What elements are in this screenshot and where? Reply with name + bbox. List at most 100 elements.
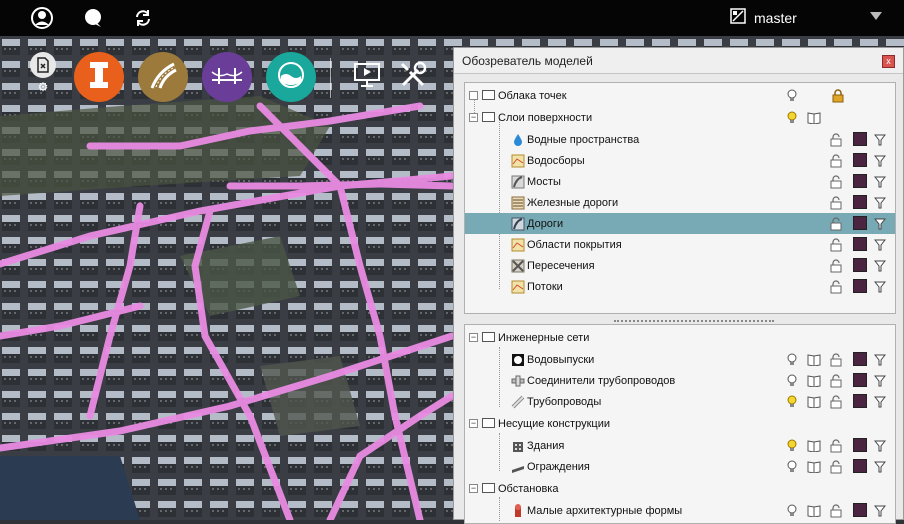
tree-item-point-clouds[interactable]: Облака точек — [465, 85, 895, 106]
filter-icon[interactable] — [873, 504, 887, 518]
bulb-on-icon[interactable] — [785, 395, 799, 409]
color-swatch[interactable] — [853, 352, 867, 366]
unlock-icon[interactable] — [829, 279, 843, 294]
road-button[interactable] — [138, 52, 188, 102]
color-swatch[interactable] — [853, 195, 867, 209]
tree-item-pipe-connectors[interactable]: Соединители трубопроводов — [465, 370, 895, 391]
chevron-down-icon[interactable] — [870, 12, 882, 20]
filter-icon[interactable] — [873, 439, 887, 453]
color-swatch[interactable] — [853, 216, 867, 230]
bulb-icon[interactable] — [785, 504, 799, 518]
tree-item-buildings[interactable]: Здания — [465, 435, 895, 456]
tree-item-bridges[interactable]: Мосты — [465, 171, 895, 192]
tree-item-coverage-areas[interactable]: Области покрытия — [465, 234, 895, 255]
filter-icon[interactable] — [873, 217, 887, 231]
bridge-button[interactable] — [202, 52, 252, 102]
tree-item-intersections[interactable]: Пересечения — [465, 255, 895, 276]
unlock-icon[interactable] — [829, 373, 843, 388]
panel-splitter[interactable] — [614, 320, 774, 323]
color-swatch[interactable] — [853, 459, 867, 473]
pipe-network-button[interactable] — [74, 52, 124, 102]
bulb-icon[interactable] — [785, 89, 799, 103]
tree-item-railways[interactable]: Железные дороги — [465, 192, 895, 213]
presentation-icon — [352, 60, 382, 95]
tree-item-flows[interactable]: Потоки — [465, 276, 895, 297]
book-icon[interactable] — [807, 460, 821, 474]
tree-item-outlets[interactable]: Водовыпуски — [465, 349, 895, 370]
filter-icon[interactable] — [873, 238, 887, 252]
unlock-icon[interactable] — [829, 195, 843, 210]
presentation-button[interactable] — [342, 52, 392, 102]
color-swatch[interactable] — [853, 174, 867, 188]
unlock-icon[interactable] — [829, 352, 843, 367]
gear-icon[interactable]: ⚙ — [30, 80, 56, 94]
color-swatch[interactable] — [853, 503, 867, 517]
branch-selector[interactable]: master — [730, 8, 797, 27]
color-swatch[interactable] — [853, 394, 867, 408]
unlock-icon[interactable] — [829, 503, 843, 518]
book-icon[interactable] — [807, 111, 821, 125]
chat-icon[interactable] — [81, 6, 105, 30]
bulb-on-icon[interactable] — [785, 439, 799, 453]
filter-icon[interactable] — [873, 460, 887, 474]
lock-icon[interactable] — [831, 88, 845, 103]
tree-item-pipelines[interactable]: Трубопроводы — [465, 391, 895, 412]
bulb-icon[interactable] — [785, 374, 799, 388]
tree-item-fences[interactable]: Ограждения — [465, 456, 895, 477]
bulb-on-icon[interactable] — [785, 111, 799, 125]
color-swatch[interactable] — [853, 279, 867, 293]
collapse-icon[interactable]: − — [469, 419, 478, 428]
unlock-icon[interactable] — [829, 132, 843, 147]
unlock-icon[interactable] — [829, 258, 843, 273]
book-icon[interactable] — [807, 439, 821, 453]
tree-item-structures[interactable]: − Несущие конструкции — [465, 413, 895, 434]
unlock-icon[interactable] — [829, 237, 843, 252]
bulb-icon[interactable] — [785, 460, 799, 474]
file-settings-button[interactable]: ⚙ — [30, 52, 56, 96]
unlock-icon[interactable] — [829, 438, 843, 453]
tools-button[interactable] — [388, 52, 438, 102]
filter-icon[interactable] — [873, 154, 887, 168]
tree-item-roads[interactable]: Дороги — [465, 213, 895, 234]
tree-item-utility-networks[interactable]: − Инженерные сети — [465, 327, 895, 348]
tree-item-furniture[interactable]: − Обстановка — [465, 478, 895, 499]
book-icon[interactable] — [807, 395, 821, 409]
book-icon[interactable] — [807, 504, 821, 518]
tree-item-catchments[interactable]: Водосборы — [465, 150, 895, 171]
color-swatch[interactable] — [853, 132, 867, 146]
unlock-icon[interactable] — [829, 394, 843, 409]
filter-icon[interactable] — [873, 196, 887, 210]
book-icon[interactable] — [807, 374, 821, 388]
expand-icon[interactable] — [469, 91, 478, 100]
filter-icon[interactable] — [873, 353, 887, 367]
book-icon[interactable] — [807, 353, 821, 367]
color-swatch[interactable] — [853, 438, 867, 452]
color-swatch[interactable] — [853, 258, 867, 272]
user-icon[interactable] — [30, 6, 54, 30]
tree-item-water-areas[interactable]: Водные пространства — [465, 129, 895, 150]
collapse-icon[interactable]: − — [469, 484, 478, 493]
color-swatch[interactable] — [853, 373, 867, 387]
filter-icon[interactable] — [873, 133, 887, 147]
collapse-icon[interactable]: − — [469, 113, 478, 122]
color-swatch[interactable] — [853, 237, 867, 251]
close-button[interactable]: x — [882, 55, 895, 68]
infrastructure-tree: − Инженерные сети Водовыпуски Соединител… — [464, 324, 896, 524]
filter-icon[interactable] — [873, 280, 887, 294]
unlock-icon[interactable] — [829, 459, 843, 474]
tree-item-label: Потоки — [527, 280, 563, 293]
bulb-icon[interactable] — [785, 353, 799, 367]
unlock-icon[interactable] — [829, 174, 843, 189]
tree-item-small-architecture[interactable]: Малые архитектурные формы — [465, 500, 895, 521]
sync-icon[interactable] — [131, 6, 155, 30]
water-button[interactable] — [266, 52, 316, 102]
color-swatch[interactable] — [853, 153, 867, 167]
unlock-icon[interactable] — [829, 216, 843, 231]
filter-icon[interactable] — [873, 259, 887, 273]
filter-icon[interactable] — [873, 374, 887, 388]
unlock-icon[interactable] — [829, 153, 843, 168]
filter-icon[interactable] — [873, 395, 887, 409]
filter-icon[interactable] — [873, 175, 887, 189]
tree-item-surface-layers[interactable]: − Слои поверхности — [465, 107, 895, 128]
collapse-icon[interactable]: − — [469, 333, 478, 342]
